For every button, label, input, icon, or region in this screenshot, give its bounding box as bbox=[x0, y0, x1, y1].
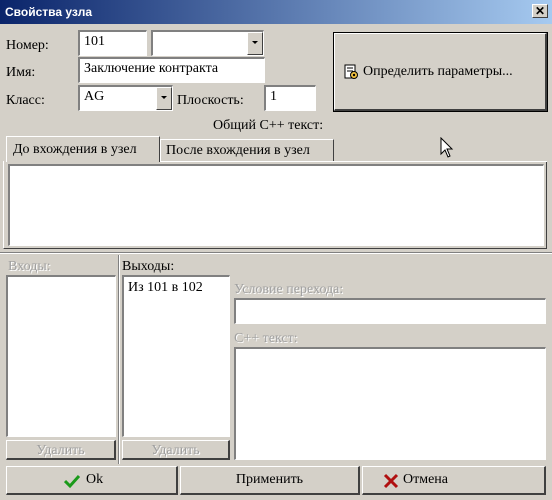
ok-button[interactable]: Ok bbox=[6, 466, 178, 495]
inputs-list[interactable] bbox=[6, 275, 116, 437]
outputs-list[interactable]: Из 101 в 102 bbox=[122, 275, 230, 437]
plane-field[interactable]: 1 bbox=[264, 85, 316, 111]
title-bar[interactable]: Свойства узла ✕ bbox=[0, 0, 552, 24]
cancel-label: Отмена bbox=[403, 472, 449, 487]
cpp-editor[interactable] bbox=[8, 164, 544, 246]
apply-label: Применить bbox=[235, 472, 304, 487]
inputs-delete-label: Удалить bbox=[36, 443, 85, 458]
ok-label: Ok bbox=[86, 472, 104, 487]
tab-before-entry[interactable]: До вхождения в узел bbox=[6, 136, 160, 162]
plane-value: 1 bbox=[270, 89, 277, 104]
inputs-label: Входы: bbox=[8, 259, 51, 274]
window-title: Свойства узла bbox=[5, 5, 92, 19]
tab-before-entry-label: До вхождения в узел bbox=[13, 142, 137, 157]
node-properties-dialog: Свойства узла ✕ Номер: 101 Имя: Заключен… bbox=[0, 0, 552, 500]
x-icon bbox=[383, 473, 399, 489]
properties-icon bbox=[343, 64, 359, 80]
class-combo-dropdown-button[interactable] bbox=[156, 87, 172, 110]
separator bbox=[0, 252, 552, 254]
transition-cpp-label: C++ текст: bbox=[234, 331, 298, 346]
chevron-down-icon bbox=[252, 41, 258, 44]
plane-label: Плоскость: bbox=[177, 93, 244, 108]
check-icon bbox=[63, 473, 81, 489]
condition-field[interactable] bbox=[234, 298, 546, 324]
outputs-delete-label: Удалить bbox=[151, 443, 200, 458]
list-item[interactable]: Из 101 в 102 bbox=[128, 280, 203, 296]
transition-cpp-editor[interactable] bbox=[234, 347, 546, 460]
divider-highlight bbox=[119, 255, 120, 464]
number-combo[interactable] bbox=[151, 30, 264, 56]
inputs-delete-button[interactable]: Удалить bbox=[6, 440, 116, 460]
chevron-down-icon bbox=[161, 96, 167, 99]
define-parameters-button[interactable]: Определить параметры... bbox=[333, 32, 548, 112]
class-value: AG bbox=[84, 89, 105, 104]
outputs-delete-button[interactable]: Удалить bbox=[122, 440, 230, 460]
apply-button[interactable]: Применить bbox=[180, 466, 360, 495]
name-label: Имя: bbox=[6, 65, 36, 80]
tab-after-entry-label: После вхождения в узел bbox=[166, 143, 310, 158]
close-icon: ✕ bbox=[534, 4, 546, 18]
tab-after-entry[interactable]: После вхождения в узел bbox=[160, 139, 334, 162]
outputs-label: Выходы: bbox=[122, 259, 175, 274]
name-field[interactable]: Заключение контракта bbox=[78, 57, 265, 83]
name-value: Заключение контракта bbox=[84, 61, 219, 76]
number-label: Номер: bbox=[6, 38, 49, 53]
tab-panel-top-edge bbox=[160, 161, 547, 162]
number-combo-dropdown-button[interactable] bbox=[247, 32, 263, 55]
mouse-pointer-icon bbox=[440, 136, 454, 159]
close-button[interactable]: ✕ bbox=[532, 4, 548, 18]
number-field[interactable]: 101 bbox=[78, 30, 147, 56]
number-value: 101 bbox=[84, 34, 105, 49]
class-label: Класс: bbox=[6, 93, 45, 108]
define-button-label: Определить параметры... bbox=[363, 64, 513, 79]
condition-label: Условие перехода: bbox=[234, 282, 344, 297]
common-cpp-label: Общий C++ текст: bbox=[213, 118, 324, 133]
cancel-button[interactable]: Отмена bbox=[362, 466, 546, 495]
class-combo[interactable]: AG bbox=[78, 85, 173, 111]
